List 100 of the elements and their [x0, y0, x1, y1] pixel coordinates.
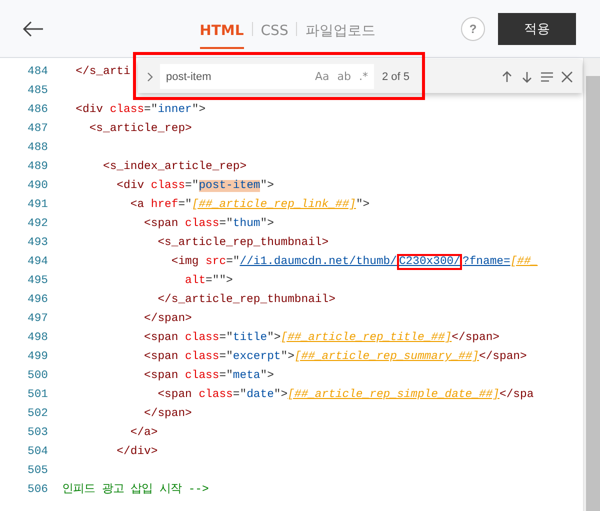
line-number: 485 — [26, 84, 48, 99]
code-text: </s_arti — [74, 66, 130, 78]
code-text: class — [184, 351, 220, 363]
code-text: class — [184, 218, 220, 230]
line-number: 486 — [26, 103, 48, 118]
code-text: "> — [260, 218, 274, 230]
line-number: 499 — [26, 350, 48, 365]
line-number: 487 — [26, 122, 48, 137]
line-number: 494 — [26, 255, 48, 270]
search-option-button[interactable]: Aa — [315, 70, 330, 83]
code-text: <img — [170, 256, 199, 268]
line-number: 497 — [26, 312, 48, 327]
code-text: <s_article_rep_thumbnail> — [156, 237, 329, 249]
code-text: title — [232, 332, 268, 344]
match-count: 2 of 5 — [382, 70, 411, 82]
code-comment: 인피드 광고 삽입 시작 --> — [62, 484, 209, 496]
code-text: [##_article_rep_summary_##] — [294, 351, 479, 363]
line-number: 491 — [26, 198, 48, 213]
code-text: "> — [267, 332, 281, 344]
line-number: 492 — [26, 217, 48, 232]
code-text: [##_ — [510, 256, 538, 268]
highlighted-code-text: C230x300/ — [396, 254, 462, 270]
code-text: ?fname= — [462, 256, 510, 268]
code-text: date — [246, 389, 274, 401]
code-text: </span> — [143, 408, 192, 420]
code-text: meta — [232, 370, 260, 382]
line-number: 484 — [26, 65, 48, 80]
code-text: </a> — [129, 427, 158, 439]
editor-tab[interactable]: 파일업로드 — [305, 8, 376, 50]
code-text: inner — [158, 104, 192, 116]
line-number: 506 — [26, 483, 48, 498]
code-text: =" — [219, 351, 233, 363]
search-match: post-item — [198, 180, 260, 192]
line-number: 505 — [26, 464, 48, 479]
code-text: <div — [116, 180, 144, 192]
code-text: [##_article_rep_link_##] — [192, 199, 356, 211]
arrow-down-icon[interactable] — [520, 70, 534, 84]
line-number: 493 — [26, 236, 48, 251]
code-text: =" — [219, 332, 233, 344]
code-text: class — [184, 332, 220, 344]
line-number: 501 — [26, 388, 48, 403]
arrow-up-icon[interactable] — [500, 70, 514, 84]
code-text: class — [150, 180, 186, 192]
code-text: </span> — [143, 313, 192, 325]
code-text: =" — [219, 370, 233, 382]
code-text: [##_article_rep_simple_date_##] — [288, 389, 500, 401]
code-text: </spa — [499, 389, 534, 401]
code-text: class — [108, 104, 144, 116]
code-text: "> — [356, 199, 370, 211]
code-text: </s_article_rep_thumbnail> — [156, 294, 336, 306]
lines-icon[interactable] — [540, 70, 554, 84]
code-text: [##_article_rep_title_##] — [280, 332, 452, 344]
code-text: =" — [232, 389, 247, 401]
apply-button[interactable]: 적용 — [498, 12, 576, 44]
code-text: </div> — [116, 446, 158, 458]
close-icon[interactable] — [560, 70, 574, 84]
editor-tab[interactable]: HTML — [200, 8, 244, 48]
code-text: <div — [74, 104, 104, 116]
code-text: </span> — [479, 351, 527, 363]
code-text: </span> — [452, 332, 500, 344]
search-option-button[interactable]: ab — [337, 70, 351, 83]
code-text: thum — [232, 218, 260, 230]
code-text: <a — [129, 199, 144, 211]
search-field[interactable]: post-item Aa ab .* — [160, 64, 374, 89]
code-text: alt — [184, 275, 206, 287]
line-number: 502 — [26, 407, 48, 422]
code-text: excerpt — [232, 351, 281, 363]
help-button[interactable]: ? — [461, 16, 485, 40]
code-text: "> — [192, 104, 206, 116]
back-arrow-icon[interactable] — [22, 20, 44, 36]
code-text: class — [184, 370, 220, 382]
code-text: <span — [143, 370, 178, 382]
line-number: 500 — [26, 369, 48, 384]
line-number: 495 — [26, 274, 48, 289]
code-text: =" — [226, 256, 240, 268]
code-text: =" — [144, 104, 158, 116]
line-number: 503 — [26, 426, 48, 441]
code-text: //i1.daumcdn.net/thumb/ — [240, 256, 397, 268]
line-number: 488 — [26, 141, 48, 156]
scrollbar[interactable] — [584, 58, 600, 511]
search-option-button[interactable]: .* — [359, 70, 368, 83]
code-text: <s_index_article_rep> — [102, 161, 247, 173]
code-text: class — [198, 389, 233, 401]
code-text: "> — [260, 370, 274, 382]
code-text: href — [150, 199, 178, 211]
code-text: <span — [143, 332, 178, 344]
chevron-right-icon[interactable] — [146, 70, 154, 82]
code-text: <span — [143, 218, 178, 230]
line-number: 496 — [26, 293, 48, 308]
line-number: 490 — [26, 179, 48, 194]
code-text: "> — [260, 180, 274, 192]
line-number: 498 — [26, 331, 48, 346]
code-text: =""> — [206, 275, 233, 287]
editor-tab[interactable]: CSS — [260, 8, 288, 48]
code-text: src — [204, 256, 226, 268]
code-text: =" — [178, 199, 192, 211]
line-number: 504 — [26, 445, 48, 460]
code-text: <span — [156, 389, 192, 401]
code-text: "> — [274, 389, 288, 401]
code-text: =" — [185, 180, 199, 192]
